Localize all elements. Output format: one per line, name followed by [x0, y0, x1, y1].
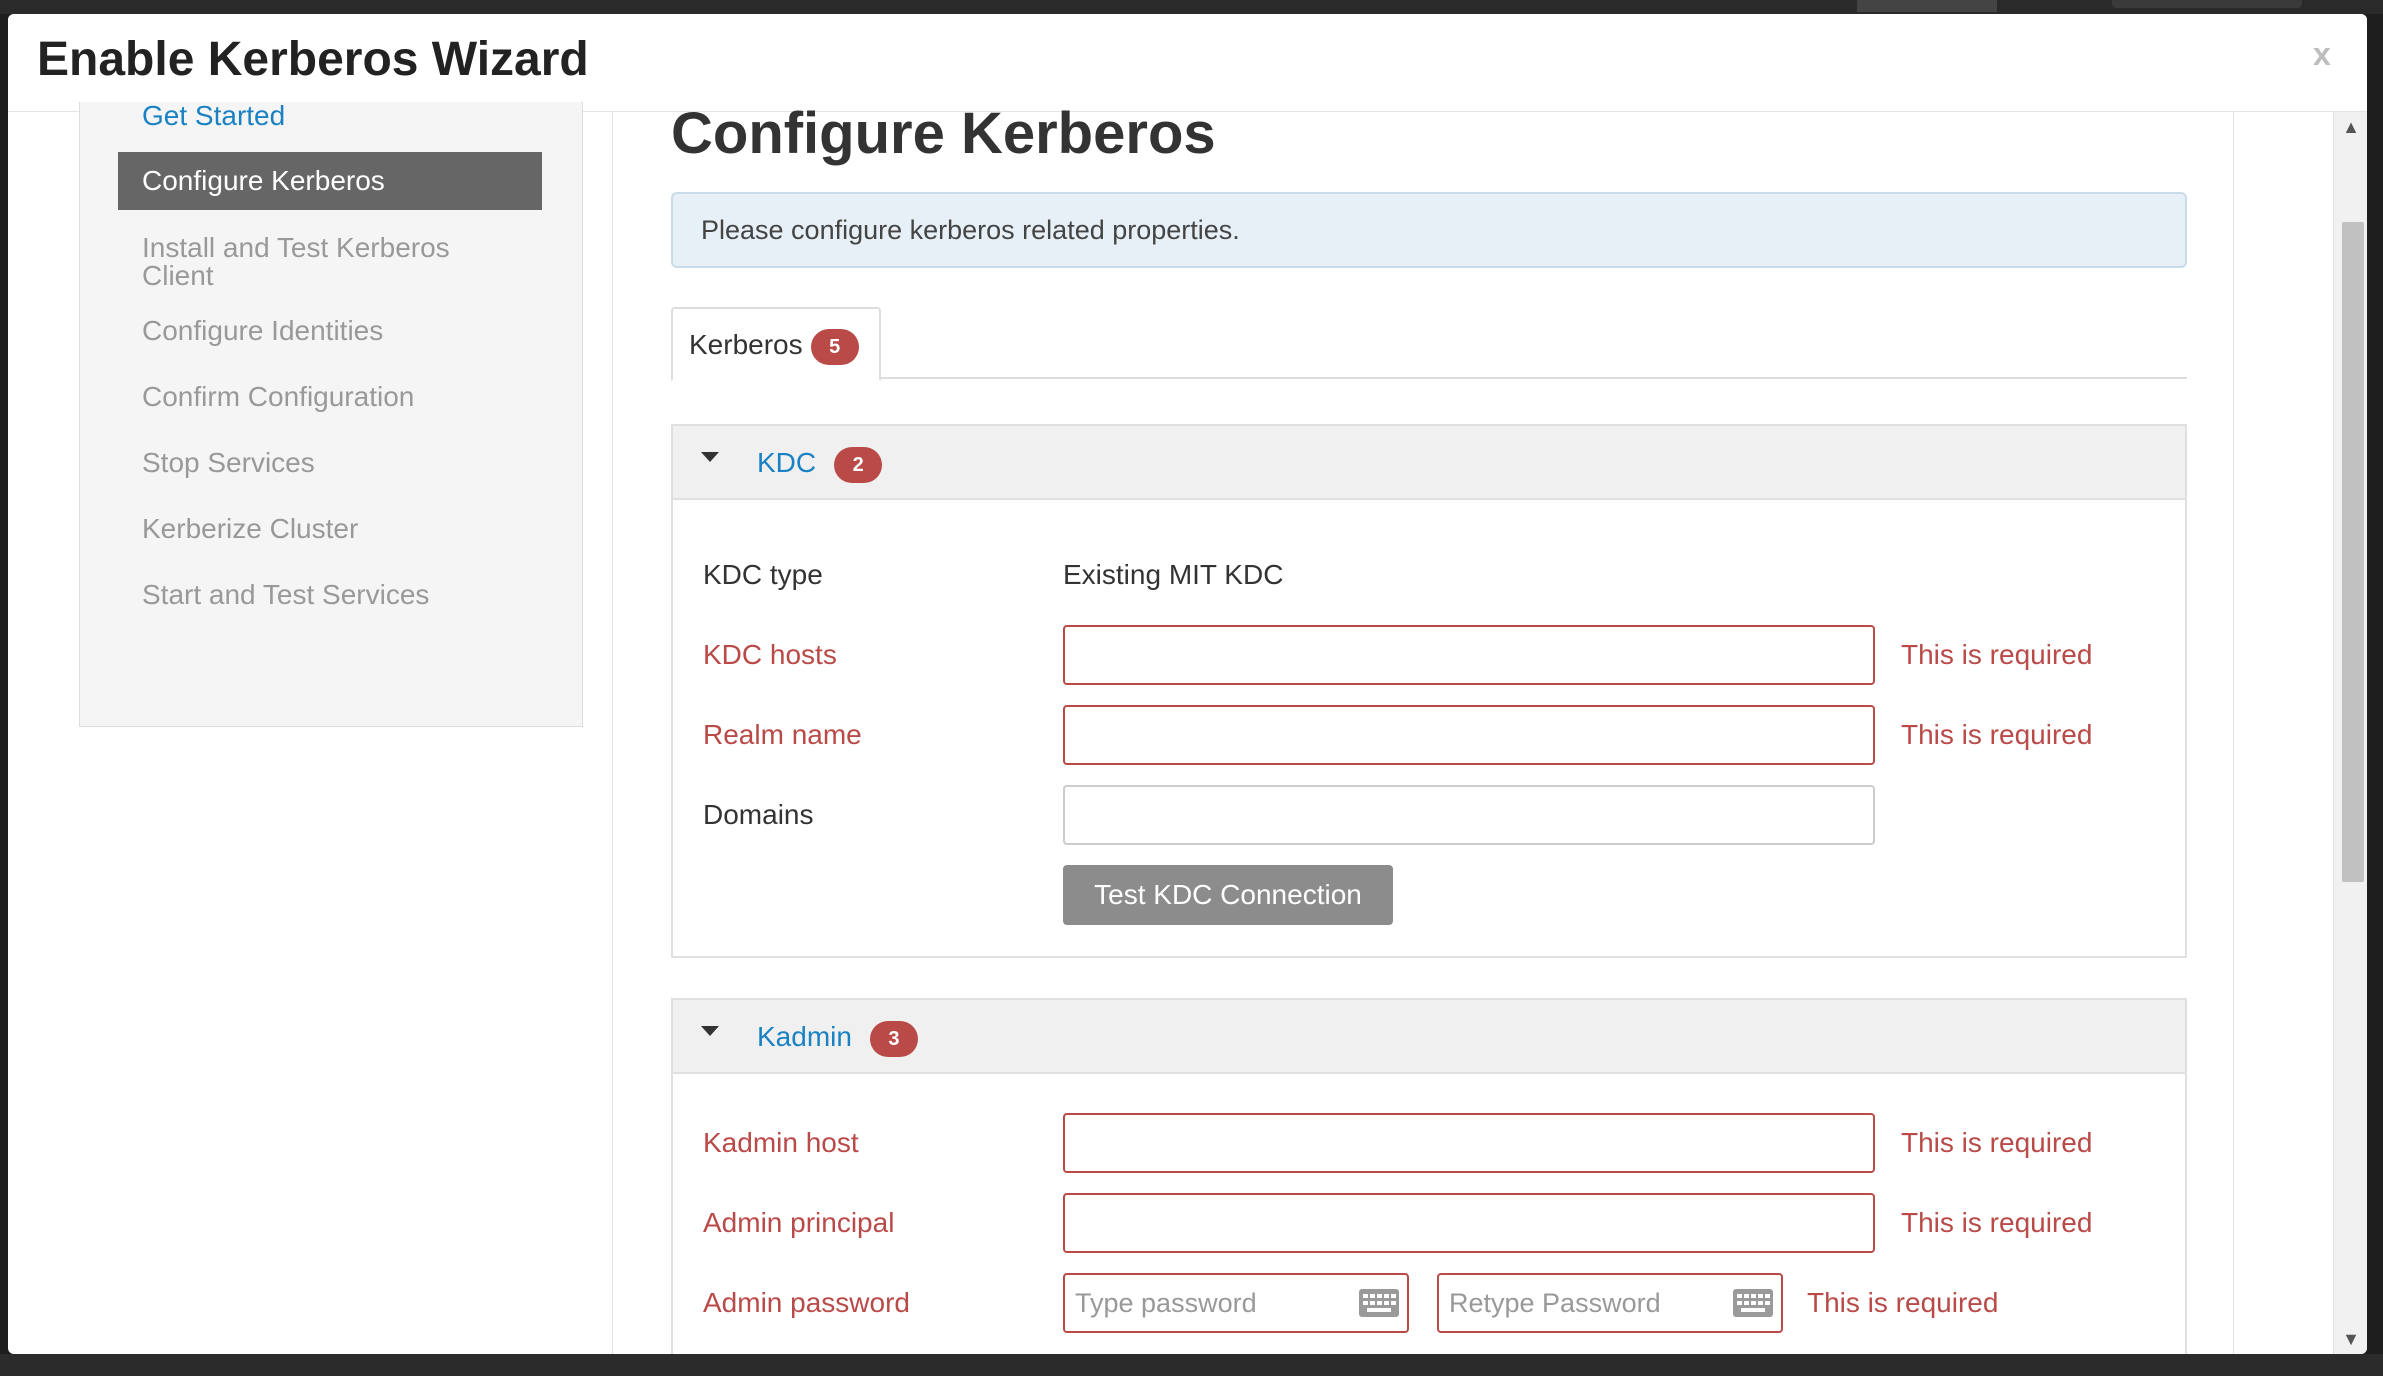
error-count-badge: 2: [834, 446, 883, 483]
background-tab: [1857, 0, 1997, 12]
realm-name-error: This is required: [1901, 719, 2093, 750]
domains-input[interactable]: [1063, 785, 1875, 845]
domains-label: Domains: [703, 799, 814, 830]
admin-principal-input[interactable]: [1063, 1193, 1875, 1253]
admin-password-error: This is required: [1807, 1287, 1999, 1318]
caret-down-icon[interactable]: [701, 1026, 719, 1036]
column-divider: [2233, 112, 2234, 1354]
info-alert: Please configure kerberos related proper…: [671, 192, 2187, 268]
step-confirm-configuration: Confirm Configuration: [142, 381, 415, 412]
step-get-started[interactable]: Get Started: [118, 102, 542, 130]
admin-principal-label: Admin principal: [703, 1207, 895, 1238]
kadmin-host-input[interactable]: [1063, 1113, 1875, 1173]
background-window-bottom: [0, 1354, 2383, 1376]
step-stop-services: Stop Services: [142, 447, 315, 478]
admin-password-input[interactable]: [1065, 1275, 1345, 1331]
page-title: Configure Kerberos: [671, 101, 1216, 166]
kadmin-host-error: This is required: [1901, 1127, 2093, 1158]
kdc-panel-title[interactable]: KDC 2: [757, 444, 883, 483]
kdc-hosts-error: This is required: [1901, 639, 2093, 670]
wizard-steps-nav: Get Started Configure Kerberos Install a…: [79, 102, 583, 727]
retype-password-field[interactable]: [1437, 1273, 1783, 1333]
realm-name-label: Realm name: [703, 719, 862, 750]
tab-label: Kerberos: [689, 329, 803, 360]
keyboard-icon[interactable]: [1359, 1289, 1399, 1317]
kdc-type-value: Existing MIT KDC: [1063, 559, 1284, 590]
keyboard-icon[interactable]: [1733, 1289, 1773, 1317]
wizard-modal: Enable Kerberos Wizard x Get Started Con…: [8, 14, 2367, 1354]
step-install-test-client: Install and Test Kerberos Client: [142, 232, 450, 291]
tab-kerberos[interactable]: Kerberos 5: [671, 307, 881, 381]
step-configure-identities: Configure Identities: [142, 315, 384, 346]
error-count-badge: 3: [869, 1020, 918, 1057]
column-divider: [612, 112, 613, 1354]
panel-title-text: Kadmin: [757, 1021, 852, 1052]
kdc-panel-heading[interactable]: KDC 2: [673, 426, 2185, 500]
modal-title: Enable Kerberos Wizard: [37, 33, 589, 86]
admin-principal-error: This is required: [1901, 1207, 2093, 1238]
modal-body: Get Started Configure Kerberos Install a…: [8, 101, 2367, 1354]
background-tab: [2112, 0, 2302, 8]
kadmin-host-label: Kadmin host: [703, 1127, 859, 1158]
kadmin-panel-title[interactable]: Kadmin 3: [757, 1018, 918, 1057]
test-kdc-connection-button[interactable]: Test KDC Connection: [1063, 865, 1393, 925]
realm-name-input[interactable]: [1063, 705, 1875, 765]
admin-password-field[interactable]: [1063, 1273, 1409, 1333]
retype-password-input[interactable]: [1439, 1275, 1719, 1331]
scroll-up-arrow-icon[interactable]: ▲: [2334, 112, 2367, 142]
scrollbar-thumb[interactable]: [2342, 222, 2364, 882]
config-tabs: Kerberos 5: [671, 307, 2187, 381]
scroll-down-arrow-icon[interactable]: ▼: [2334, 1324, 2367, 1354]
vertical-scrollbar[interactable]: ▲ ▼: [2333, 112, 2367, 1354]
modal-header: Enable Kerberos Wizard x: [8, 14, 2367, 112]
error-count-badge: 5: [810, 328, 859, 365]
admin-password-label: Admin password: [703, 1287, 910, 1318]
kdc-hosts-label: KDC hosts: [703, 639, 837, 670]
step-kerberize-cluster: Kerberize Cluster: [142, 513, 359, 544]
kadmin-panel: Kadmin 3 Kadmin host This is required Adm…: [671, 998, 2187, 1354]
kdc-type-label: KDC type: [703, 559, 823, 590]
background-window-top: [0, 0, 2383, 14]
close-button[interactable]: x: [2313, 36, 2331, 73]
kdc-panel: KDC 2 KDC type Existing MIT KDC KDC hosts…: [671, 424, 2187, 958]
step-start-test-services: Start and Test Services: [142, 579, 430, 610]
step-configure-kerberos[interactable]: Configure Kerberos: [118, 152, 542, 210]
kadmin-panel-heading[interactable]: Kadmin 3: [673, 1000, 2185, 1074]
caret-down-icon[interactable]: [701, 452, 719, 462]
kdc-hosts-input[interactable]: [1063, 625, 1875, 685]
panel-title-text: KDC: [757, 447, 817, 478]
